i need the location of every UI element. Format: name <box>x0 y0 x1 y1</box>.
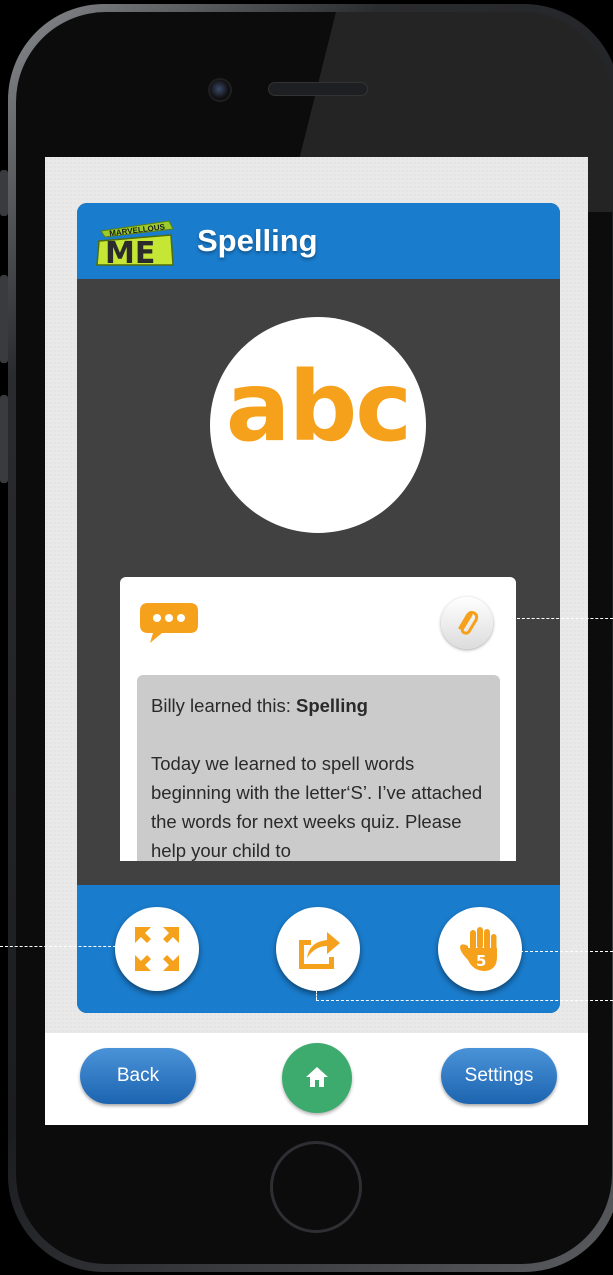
activity-badge-text: abc <box>225 351 412 463</box>
home-button[interactable] <box>282 1043 352 1113</box>
svg-text:ME: ME <box>105 236 155 267</box>
volume-down-button <box>0 395 8 483</box>
share-button[interactable] <box>276 907 360 991</box>
activity-card: MARVELLOUS ME Spelling abc Billy learned… <box>77 203 560 1013</box>
page-title: Spelling <box>197 223 318 258</box>
home-icon <box>306 1067 328 1087</box>
expand-arrows-icon <box>135 927 179 971</box>
expand-button[interactable] <box>115 907 199 991</box>
action-toolbar: 5 <box>77 885 560 1013</box>
app-header: MARVELLOUS ME Spelling <box>77 203 560 279</box>
back-button[interactable]: Back <box>80 1048 196 1104</box>
paperclip-icon <box>458 610 479 635</box>
guide-line-expand <box>0 946 116 947</box>
marvellous-me-logo: MARVELLOUS ME <box>96 220 174 267</box>
message-heading: Billy learned this: Spelling <box>151 691 486 720</box>
share-arrow-icon <box>299 932 340 969</box>
speech-bubble-icon <box>140 603 198 643</box>
message-heading-prefix: Billy learned this: <box>151 695 296 716</box>
settings-button[interactable]: Settings <box>441 1048 557 1104</box>
app-screen: MARVELLOUS ME Spelling abc Billy learned… <box>45 157 588 1125</box>
hardware-home-button[interactable] <box>270 1141 362 1233</box>
guide-line-share-vertical <box>316 990 317 1000</box>
high-five-button[interactable]: 5 <box>438 907 522 991</box>
message-box: Billy learned this: Spelling Today we le… <box>137 675 500 861</box>
guide-line-share <box>316 1000 613 1001</box>
message-heading-subject: Spelling <box>295 695 368 716</box>
guide-line-attachment <box>517 618 613 619</box>
note-card[interactable]: Billy learned this: Spelling Today we le… <box>120 577 516 861</box>
message-body: Today we learned to spell words beginnin… <box>151 753 483 861</box>
activity-badge: abc <box>210 317 426 533</box>
attachment-button[interactable] <box>441 597 493 649</box>
high-five-hand-icon: 5 <box>460 927 497 971</box>
mute-switch <box>0 170 8 216</box>
earpiece-speaker <box>268 82 368 96</box>
front-camera <box>208 78 232 102</box>
volume-up-button <box>0 275 8 363</box>
guide-line-high-five <box>520 951 613 952</box>
svg-text:5: 5 <box>476 952 486 970</box>
bottom-nav: Back Settings <box>45 1033 588 1125</box>
